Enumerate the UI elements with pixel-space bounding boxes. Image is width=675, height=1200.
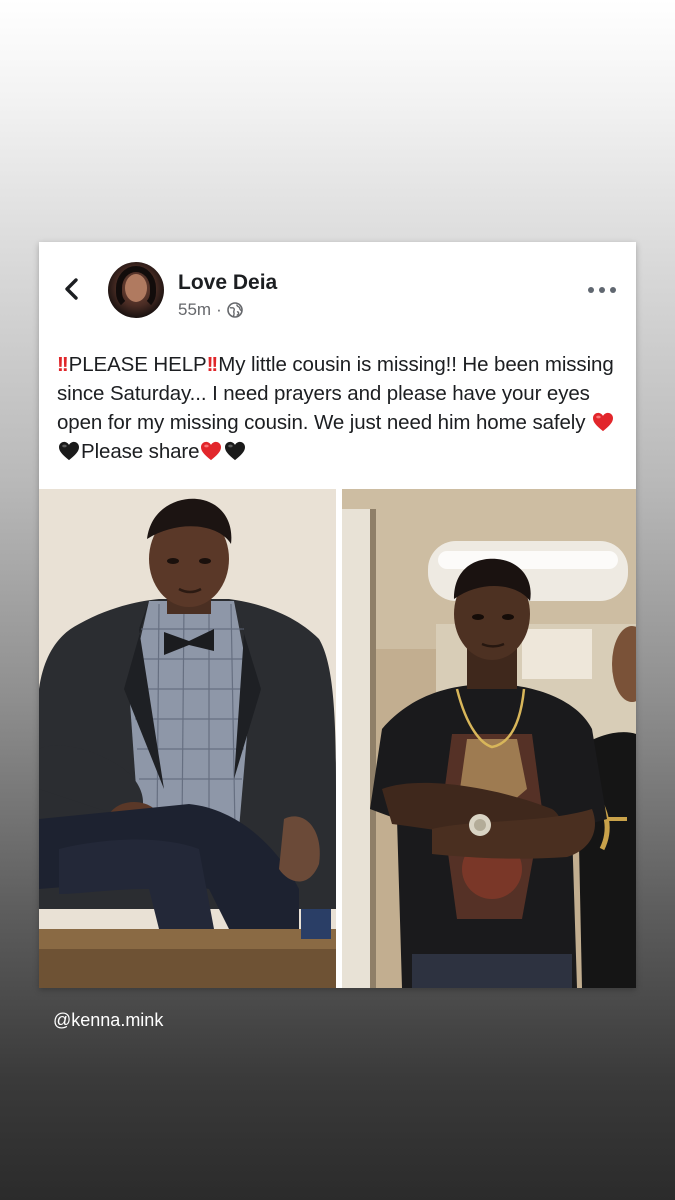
alert-marks: !! — [57, 353, 69, 376]
post-text-share: Please share — [81, 440, 200, 463]
author-name[interactable]: Love Deia — [178, 271, 277, 295]
photo-young-man-suit-bowtie[interactable] — [39, 489, 336, 988]
facebook-post-card: Love Deia 55m · !!PLEASE HELP!!My little… — [39, 242, 636, 988]
post-time[interactable]: 55m — [178, 300, 211, 320]
avatar[interactable] — [108, 262, 164, 318]
globe-icon — [226, 302, 243, 318]
post-header: Love Deia 55m · — [39, 242, 636, 338]
red-heart-icon — [593, 412, 614, 432]
photo-young-man-black-tshirt[interactable] — [342, 489, 636, 988]
story-mention[interactable]: @kenna.mink — [53, 1010, 163, 1031]
post-text: !!PLEASE HELP!!My little cousin is missi… — [57, 350, 623, 466]
post-meta: 55m · — [178, 300, 243, 320]
post-text-help: PLEASE HELP — [68, 353, 207, 376]
meta-separator: · — [216, 300, 222, 319]
red-heart-icon — [201, 441, 222, 461]
alert-marks: !! — [206, 353, 219, 376]
black-heart-icon — [225, 441, 246, 461]
chevron-left-icon[interactable] — [61, 276, 83, 302]
more-options-icon[interactable] — [588, 280, 616, 300]
black-heart-icon — [59, 441, 79, 461]
